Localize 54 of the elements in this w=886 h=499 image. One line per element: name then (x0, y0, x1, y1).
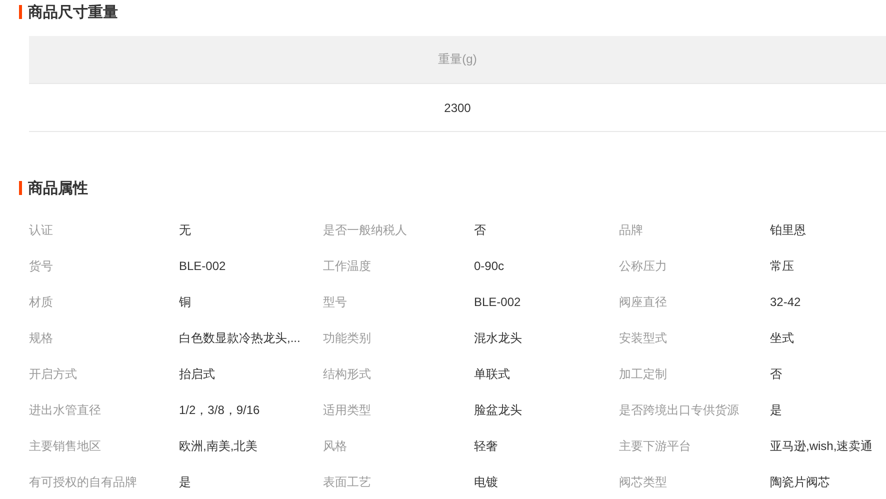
attribute-label: 开启方式 (29, 366, 78, 382)
attribute-label: 表面工艺 (323, 474, 372, 490)
attribute-label: 阀座直径 (619, 294, 668, 310)
attribute-value: BLE-002 (179, 259, 227, 273)
attribute-label: 材质 (29, 294, 54, 310)
column-header: 重量(g) (438, 51, 477, 68)
attribute-label: 结构形式 (323, 366, 372, 382)
attribute-label: 进出水管直径 (29, 402, 102, 418)
attribute-label: 主要下游平台 (619, 438, 692, 454)
attribute-value: 脸盆龙头 (474, 402, 523, 418)
attribute-value: 欧洲,南美,北美 (179, 438, 259, 454)
attribute-value: 否 (474, 222, 487, 238)
attribute-label: 安装型式 (619, 330, 668, 346)
attribute-label: 适用类型 (323, 402, 372, 418)
section-title: 商品属性 (28, 178, 88, 198)
table-cell: 2300 (444, 100, 471, 114)
attribute-label: 型号 (323, 294, 348, 310)
attribute-value: 白色数显款冷热龙头,... (179, 330, 302, 346)
attribute-label: 是否一般纳税人 (323, 222, 408, 238)
attribute-value: 陶瓷片阀芯 (770, 474, 831, 490)
attribute-label: 货号 (29, 258, 54, 274)
attribute-label: 认证 (29, 222, 54, 238)
attribute-label: 是否跨境出口专供货源 (619, 402, 740, 418)
attribute-label: 风格 (323, 438, 348, 454)
attribute-label: 有可授权的自有品牌 (29, 474, 138, 490)
attribute-value: BLE-002 (474, 295, 522, 309)
attribute-label: 公称压力 (619, 258, 668, 274)
attribute-value: 常压 (770, 258, 795, 274)
section-title: 商品尺寸重量 (28, 2, 118, 22)
attribute-value: 坐式 (770, 330, 795, 346)
attribute-label: 品牌 (619, 222, 644, 238)
attribute-label: 主要销售地区 (29, 438, 102, 454)
attribute-value: 是 (179, 474, 192, 490)
attribute-value: 否 (770, 366, 783, 382)
attribute-value: 混水龙头 (474, 330, 523, 346)
attribute-label: 阀芯类型 (619, 474, 668, 490)
attribute-value: 亚马逊,wish,速卖通 (770, 438, 874, 454)
title-marker (19, 5, 22, 19)
attribute-label: 规格 (29, 330, 54, 346)
attribute-value: 是 (770, 402, 783, 418)
attribute-label: 工作温度 (323, 258, 372, 274)
attribute-value: 轻奢 (474, 438, 499, 454)
title-marker (19, 181, 22, 195)
attribute-value: 铜 (179, 294, 192, 310)
attribute-value: 单联式 (474, 366, 511, 382)
attribute-value: 1/2，3/8，9/16 (179, 402, 261, 418)
attribute-value: 无 (179, 222, 192, 238)
attribute-label: 功能类别 (323, 330, 372, 346)
attribute-value: 铂里恩 (770, 222, 807, 238)
attribute-value: 电镀 (474, 474, 499, 490)
attribute-value: 0-90c (474, 259, 506, 273)
attribute-value: 抬启式 (179, 366, 216, 382)
attribute-label: 加工定制 (619, 366, 668, 382)
attribute-value: 32-42 (770, 295, 802, 309)
